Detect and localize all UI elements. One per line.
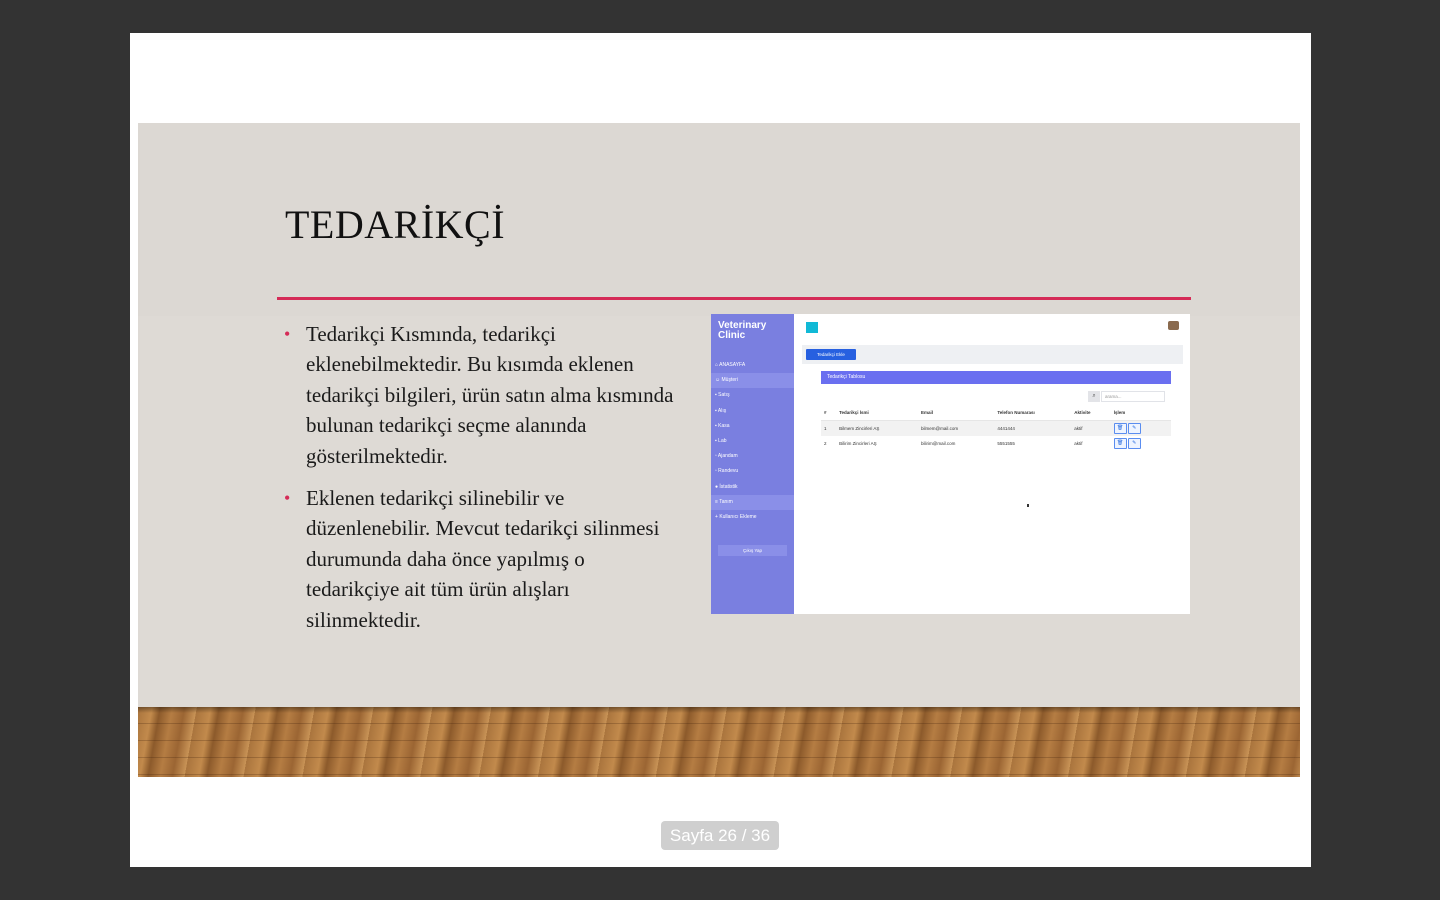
bullet-list: • Tedarikçi Kısmında, tedarikçi eklenebi… bbox=[284, 319, 674, 647]
menu-toggle-icon bbox=[806, 322, 818, 333]
bullet-text: Tedarikçi Kısmında, tedarikçi eklenebilm… bbox=[306, 322, 674, 468]
document-page: TEDARİKÇİ • Tedarikçi Kısmında, tedarikç… bbox=[130, 33, 1311, 867]
table-cell: bilmem@mail.com bbox=[918, 420, 995, 436]
column-header: Telefon Numarası bbox=[994, 405, 1072, 421]
edit-icon: ✎ bbox=[1127, 423, 1141, 434]
app-sidebar: Veterinary Clinic ⌂ ANASAYFA ☺ Müşteri ▪… bbox=[711, 314, 794, 614]
nav-item-istatistik: ● İstatistik bbox=[715, 483, 738, 490]
column-header: Tedarikçi İsmi bbox=[836, 405, 919, 421]
table-header-row: # Tedarikçi İsmi Email Telefon Numarası … bbox=[821, 405, 1171, 421]
table-cell-actions: 🗑 ✎ bbox=[1111, 436, 1171, 451]
table-row: 1 Bilmem Zincirleri AŞ bilmem@mail.com 4… bbox=[821, 420, 1171, 436]
wood-floor-decoration bbox=[138, 707, 1300, 777]
column-header: Email bbox=[918, 405, 995, 421]
nav-item-kasa: ▪ Kasa bbox=[715, 422, 730, 429]
nav-item-satis: ▪ Satış bbox=[715, 392, 730, 399]
delete-icon: 🗑 bbox=[1113, 438, 1127, 449]
nav-item-ajandam: ▫ Ajandam bbox=[715, 453, 738, 460]
table-cell: bilirim@mail.com bbox=[921, 441, 956, 446]
search-icon: ⌕ bbox=[1088, 391, 1100, 402]
add-supplier-button: Tedarikçi Ekle bbox=[806, 349, 856, 360]
nav-item-randevu: ▫ Randevu bbox=[715, 468, 739, 475]
avatar bbox=[1168, 321, 1179, 330]
bullet-item: • Tedarikçi Kısmında, tedarikçi eklenebi… bbox=[284, 319, 674, 471]
bullet-item: • Eklenen tedarikçi silinebilir ve düzen… bbox=[284, 483, 674, 635]
table-cell: Bilmem Zincirleri AŞ bbox=[836, 420, 919, 436]
table-cell: 5551555 bbox=[997, 441, 1015, 446]
search-input: arama... bbox=[1101, 391, 1165, 402]
nav-item-musteri: ☺ Müşteri bbox=[711, 373, 794, 389]
nav-item-anasayfa: ⌂ ANASAYFA bbox=[715, 362, 746, 368]
title-divider bbox=[277, 297, 1191, 300]
slide: TEDARİKÇİ • Tedarikçi Kısmında, tedarikç… bbox=[138, 123, 1300, 777]
table-cell: 2 bbox=[824, 441, 827, 446]
column-header: İşlem bbox=[1110, 405, 1171, 421]
column-header: Aktivite bbox=[1071, 405, 1111, 421]
app-nav: ⌂ ANASAYFA ☺ Müşteri ▪ Satış ▪ Alış ▪ Ka… bbox=[711, 358, 794, 525]
bullet-text: Eklenen tedarikçi silinebilir ve düzenle… bbox=[306, 486, 660, 632]
bullet-dot-icon: • bbox=[284, 488, 291, 509]
action-bar bbox=[802, 345, 1183, 364]
edit-icon: ✎ bbox=[1127, 438, 1141, 449]
supplier-table: # Tedarikçi İsmi Email Telefon Numarası … bbox=[821, 405, 1171, 451]
mouse-cursor-icon bbox=[1027, 504, 1029, 507]
logout-button: Çıkış Yap bbox=[718, 545, 787, 556]
nav-item-kullanici-ekleme: + Kullanıcı Ekleme bbox=[715, 513, 757, 520]
nav-item-lab: ▪ Lab bbox=[715, 437, 727, 444]
table-cell-actions: 🗑 ✎ bbox=[1110, 420, 1171, 436]
table-cell: Bilirim Zincirleri AŞ bbox=[839, 441, 877, 446]
table-cell: 1 bbox=[821, 420, 837, 436]
bullet-dot-icon: • bbox=[284, 324, 291, 344]
table-cell: aktif bbox=[1071, 420, 1111, 436]
nav-item-alis: ▪ Alış bbox=[715, 407, 727, 414]
table-card-header: Tedarikçi Tablosu bbox=[821, 371, 1171, 384]
table-cell: aktif bbox=[1074, 441, 1083, 446]
slide-title: TEDARİKÇİ bbox=[285, 202, 506, 247]
table-row: 2 Bilirim Zincirleri AŞ bilirim@mail.com… bbox=[821, 436, 1171, 451]
page-indicator: Sayfa 26 / 36 bbox=[661, 821, 779, 850]
app-brand: Veterinary Clinic bbox=[718, 320, 767, 341]
delete-icon: 🗑 bbox=[1113, 423, 1127, 434]
nav-item-tanim: ≡ Tanım bbox=[711, 494, 794, 510]
table-cell: 4441444 bbox=[994, 420, 1072, 436]
column-header: # bbox=[821, 405, 837, 421]
embedded-app-screenshot: Veterinary Clinic ⌂ ANASAYFA ☺ Müşteri ▪… bbox=[711, 314, 1190, 614]
